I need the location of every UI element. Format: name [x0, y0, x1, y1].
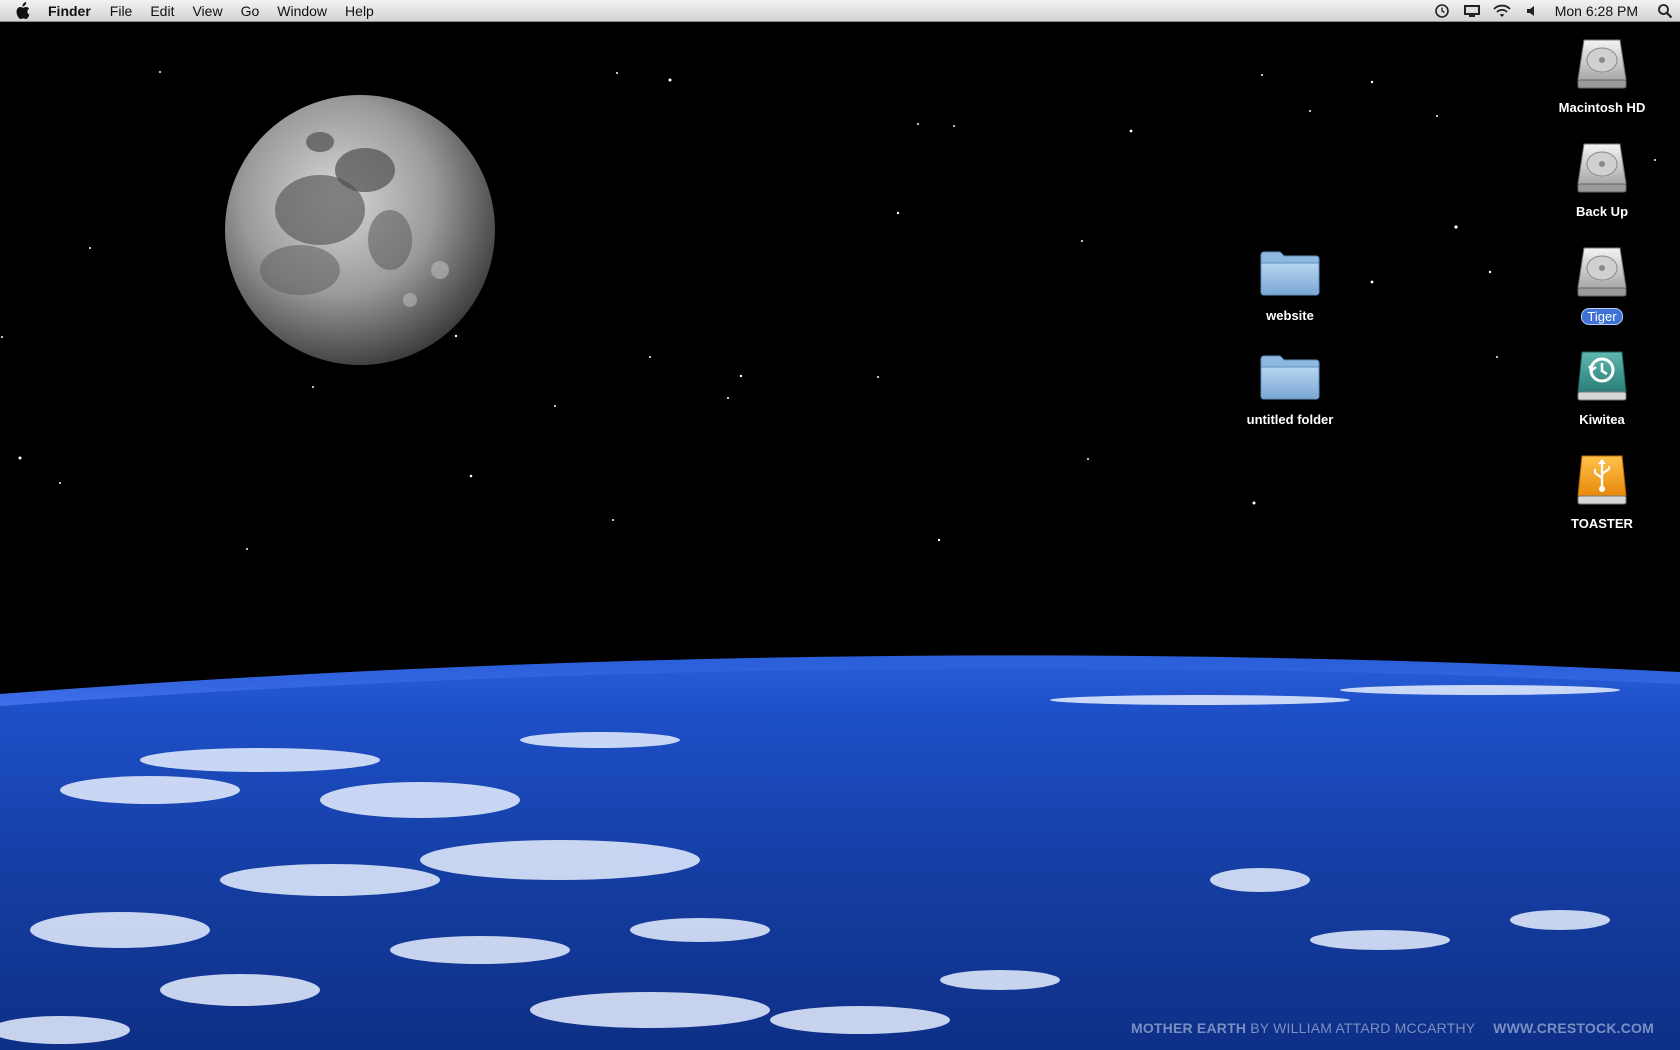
hard-drive-icon	[1570, 136, 1634, 200]
menu-help[interactable]: Help	[336, 3, 383, 19]
menu-clock[interactable]: Mon 6:28 PM	[1547, 3, 1650, 19]
menu-go[interactable]: Go	[232, 3, 269, 19]
desktop-icon-label: Tiger	[1581, 308, 1623, 325]
menu-view[interactable]: View	[183, 3, 231, 19]
hard-drive-icon	[1570, 32, 1634, 96]
hard-drive-icon	[1570, 240, 1634, 304]
desktop-icon-website[interactable]: website	[1230, 240, 1350, 323]
wifi-icon[interactable]	[1487, 0, 1517, 22]
wallpaper-credit: MOTHER EARTH BY WILLIAM ATTARD MCCARTHY …	[1131, 1020, 1654, 1036]
menu-app-finder[interactable]: Finder	[44, 3, 101, 19]
desktop-icon-label: Macintosh HD	[1558, 100, 1646, 115]
earth	[0, 655, 1680, 1050]
menu-window[interactable]: Window	[268, 3, 336, 19]
credit-author: BY WILLIAM ATTARD MCCARTHY	[1250, 1020, 1476, 1036]
folder-icon	[1258, 344, 1322, 408]
menu-extras: Mon 6:28 PM	[1427, 0, 1680, 22]
spotlight-search-icon[interactable]	[1650, 0, 1680, 22]
folder-icon	[1258, 240, 1322, 304]
desktop-icon-toaster[interactable]: TOASTER	[1542, 448, 1662, 531]
credit-site: WWW.CRESTOCK.COM	[1493, 1020, 1654, 1036]
desktop-icon-back-up[interactable]: Back Up	[1542, 136, 1662, 219]
desktop-icon-label: website	[1266, 308, 1314, 323]
menu-bar: Finder File Edit View Go Window Help Mon…	[0, 0, 1680, 22]
volume-icon[interactable]	[1517, 0, 1547, 22]
desktop-icon-label: Kiwitea	[1579, 412, 1625, 427]
wallpaper	[0, 0, 1680, 1050]
desktop-icon-tiger[interactable]: Tiger	[1542, 240, 1662, 325]
menu-file[interactable]: File	[101, 3, 142, 19]
time-machine-menu-icon[interactable]	[1427, 0, 1457, 22]
credit-title: MOTHER EARTH	[1130, 1020, 1247, 1036]
apple-menu-icon[interactable]	[0, 0, 44, 22]
desktop-icon-untitled-folder[interactable]: untitled folder	[1230, 344, 1350, 427]
display-mirroring-icon[interactable]	[1457, 0, 1487, 22]
menu-edit[interactable]: Edit	[141, 3, 183, 19]
usb-drive-icon	[1570, 448, 1634, 512]
moon	[225, 95, 495, 365]
desktop-icon-macintosh-hd[interactable]: Macintosh HD	[1542, 32, 1662, 115]
desktop-icon-label: Back Up	[1575, 204, 1629, 219]
desktop-icon-label: untitled folder	[1246, 412, 1334, 427]
desktop-icon-kiwitea[interactable]: Kiwitea	[1542, 344, 1662, 427]
desktop[interactable]: Finder File Edit View Go Window Help Mon…	[0, 0, 1680, 1050]
time-machine-drive-icon	[1570, 344, 1634, 408]
desktop-icon-label: TOASTER	[1571, 516, 1633, 531]
